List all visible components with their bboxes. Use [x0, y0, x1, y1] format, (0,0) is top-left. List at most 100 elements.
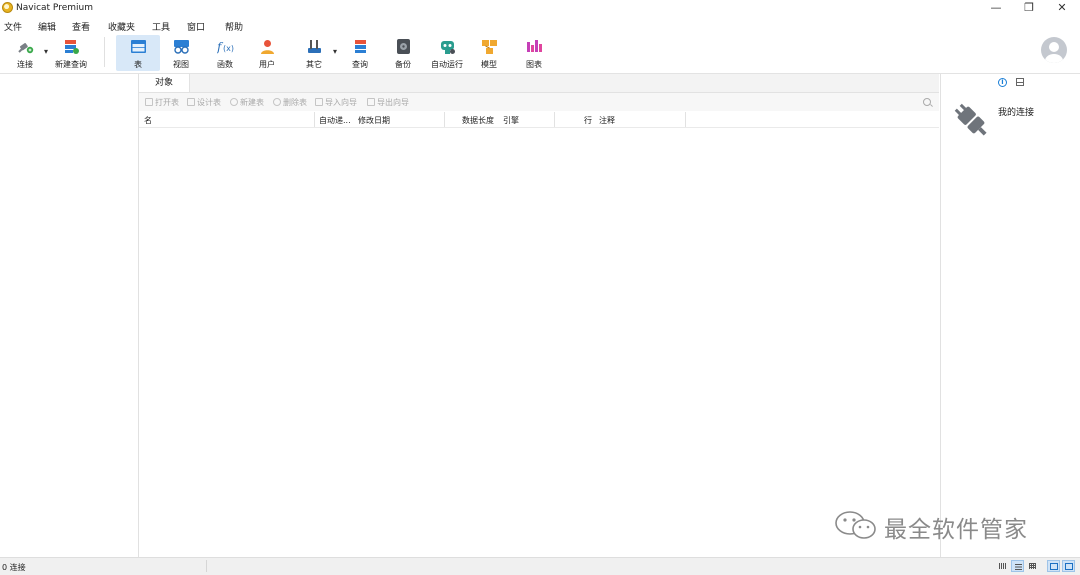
- menu-window[interactable]: 窗口: [187, 20, 205, 33]
- function-button[interactable]: f (x) 函数: [203, 35, 247, 71]
- title-bar: Navicat Premium — ❐ ✕: [0, 0, 1080, 16]
- column-modified-date[interactable]: 修改日期: [358, 115, 390, 126]
- export-icon: [367, 98, 375, 106]
- minimize-button[interactable]: —: [979, 0, 1013, 16]
- navicat-logo-icon: [2, 2, 13, 13]
- automation-label: 自动运行: [431, 60, 463, 69]
- status-text: 0 连接: [2, 563, 26, 572]
- column-rows[interactable]: 行: [584, 115, 592, 126]
- menu-bar: 文件 编辑 查看 收藏夹 工具 窗口 帮助: [0, 17, 1080, 33]
- status-bar: 0 连接: [0, 557, 1080, 575]
- query-icon: [355, 40, 366, 53]
- list-view-button[interactable]: [1011, 560, 1024, 572]
- open-table-button[interactable]: 打开表: [145, 97, 179, 108]
- query-label: 查询: [352, 60, 368, 69]
- restore-button[interactable]: ❐: [1012, 0, 1046, 16]
- import-wizard-button[interactable]: 导入向导: [315, 97, 357, 108]
- grid-view-button[interactable]: [996, 560, 1009, 572]
- model-label: 模型: [481, 60, 497, 69]
- view-label: 视图: [173, 60, 189, 69]
- user-button[interactable]: 用户: [245, 35, 289, 71]
- plug-connect-icon: [18, 43, 34, 54]
- objects-pane: 对象 打开表 设计表 新建表 删除表 导入向导 导出向导 名 自动递... 修改…: [139, 74, 939, 557]
- other-label: 其它: [306, 60, 322, 69]
- user-avatar-icon[interactable]: [1041, 37, 1067, 63]
- svg-text:(x): (x): [223, 44, 234, 53]
- toolbar-divider: [104, 37, 105, 67]
- connect-dropdown-icon[interactable]: ▾: [44, 47, 48, 56]
- new-query-button[interactable]: 新建查询: [49, 35, 93, 71]
- import-icon: [315, 98, 323, 106]
- chart-icon: [527, 40, 542, 52]
- function-label: 函数: [217, 60, 233, 69]
- backup-label: 备份: [395, 60, 411, 69]
- info-pane: i 我的连接: [940, 74, 1080, 557]
- status-divider: [206, 560, 207, 572]
- info-icon[interactable]: i: [998, 78, 1007, 87]
- column-engine[interactable]: 引擎: [503, 115, 519, 126]
- add-icon: [230, 98, 238, 106]
- pencil-icon: [187, 98, 195, 106]
- connect-button[interactable]: 连接: [3, 35, 47, 71]
- tools-icon: [308, 40, 321, 53]
- left-pane-icon: [1050, 563, 1058, 570]
- menu-help[interactable]: 帮助: [225, 20, 243, 33]
- design-table-label: 设计表: [197, 98, 221, 107]
- automation-button[interactable]: 自动运行: [425, 35, 469, 71]
- new-table-label: 新建表: [240, 98, 264, 107]
- model-icon: [482, 40, 497, 54]
- import-wizard-label: 导入向导: [325, 98, 357, 107]
- menu-file[interactable]: 文件: [4, 20, 22, 33]
- menu-tools[interactable]: 工具: [152, 20, 170, 33]
- connect-label: 连接: [17, 60, 33, 69]
- menu-view[interactable]: 查看: [72, 20, 90, 33]
- show-right-pane-button[interactable]: [1062, 560, 1075, 572]
- connection-label: 我的连接: [998, 108, 1035, 118]
- connection-tree-pane[interactable]: [0, 74, 139, 557]
- view-glasses-icon: [174, 40, 189, 54]
- backup-button[interactable]: 备份: [381, 35, 425, 71]
- user-label: 用户: [259, 60, 275, 69]
- user-icon: [261, 40, 274, 54]
- column-divider[interactable]: [685, 112, 686, 127]
- wechat-logo-icon: [835, 511, 876, 539]
- design-table-button[interactable]: 设计表: [187, 97, 221, 108]
- tab-objects[interactable]: 对象: [139, 74, 190, 92]
- column-comment[interactable]: 注释: [599, 115, 615, 126]
- avatar-head: [1049, 42, 1059, 52]
- view-button[interactable]: 视图: [159, 35, 203, 71]
- main-toolbar: 连接 ▾ 新建查询 表 视图 f (x) 函数 用户 其它 ▾ 查询 备份 自动…: [0, 33, 1080, 74]
- menu-favorites[interactable]: 收藏夹: [108, 20, 135, 33]
- chart-button[interactable]: 图表: [512, 35, 556, 71]
- tab-strip: 对象: [139, 74, 939, 93]
- detail-view-icon: [1029, 563, 1036, 569]
- search-icon[interactable]: [923, 98, 931, 106]
- model-button[interactable]: 模型: [467, 35, 511, 71]
- query-button[interactable]: 查询: [338, 35, 382, 71]
- column-divider[interactable]: [554, 112, 555, 127]
- delete-table-label: 删除表: [283, 98, 307, 107]
- open-table-icon: [145, 98, 153, 106]
- export-wizard-button[interactable]: 导出向导: [367, 97, 409, 108]
- column-divider[interactable]: [444, 112, 445, 127]
- open-table-label: 打开表: [155, 98, 179, 107]
- grid-view-icon: [999, 563, 1006, 569]
- other-dropdown-icon[interactable]: ▾: [333, 47, 337, 56]
- detail-view-button[interactable]: [1026, 560, 1039, 572]
- delete-table-button[interactable]: 删除表: [273, 97, 307, 108]
- table-button[interactable]: 表: [116, 35, 160, 71]
- column-data-length[interactable]: 数据长度: [462, 115, 494, 126]
- column-divider[interactable]: [314, 112, 315, 127]
- new-table-button[interactable]: 新建表: [230, 97, 264, 108]
- objects-table-header: 名 自动递... 修改日期 数据长度 引擎 行 注释: [139, 112, 939, 128]
- list-view-icon: [1015, 564, 1022, 570]
- column-name[interactable]: 名: [144, 115, 152, 126]
- table-label: 表: [134, 60, 142, 69]
- other-button[interactable]: 其它: [292, 35, 336, 71]
- column-auto-increment[interactable]: 自动递...: [319, 115, 351, 126]
- menu-edit[interactable]: 编辑: [38, 20, 56, 33]
- show-left-pane-button[interactable]: [1047, 560, 1060, 572]
- panel-toggle-icon[interactable]: [1016, 78, 1024, 86]
- remove-icon: [273, 98, 281, 106]
- close-button[interactable]: ✕: [1045, 0, 1079, 16]
